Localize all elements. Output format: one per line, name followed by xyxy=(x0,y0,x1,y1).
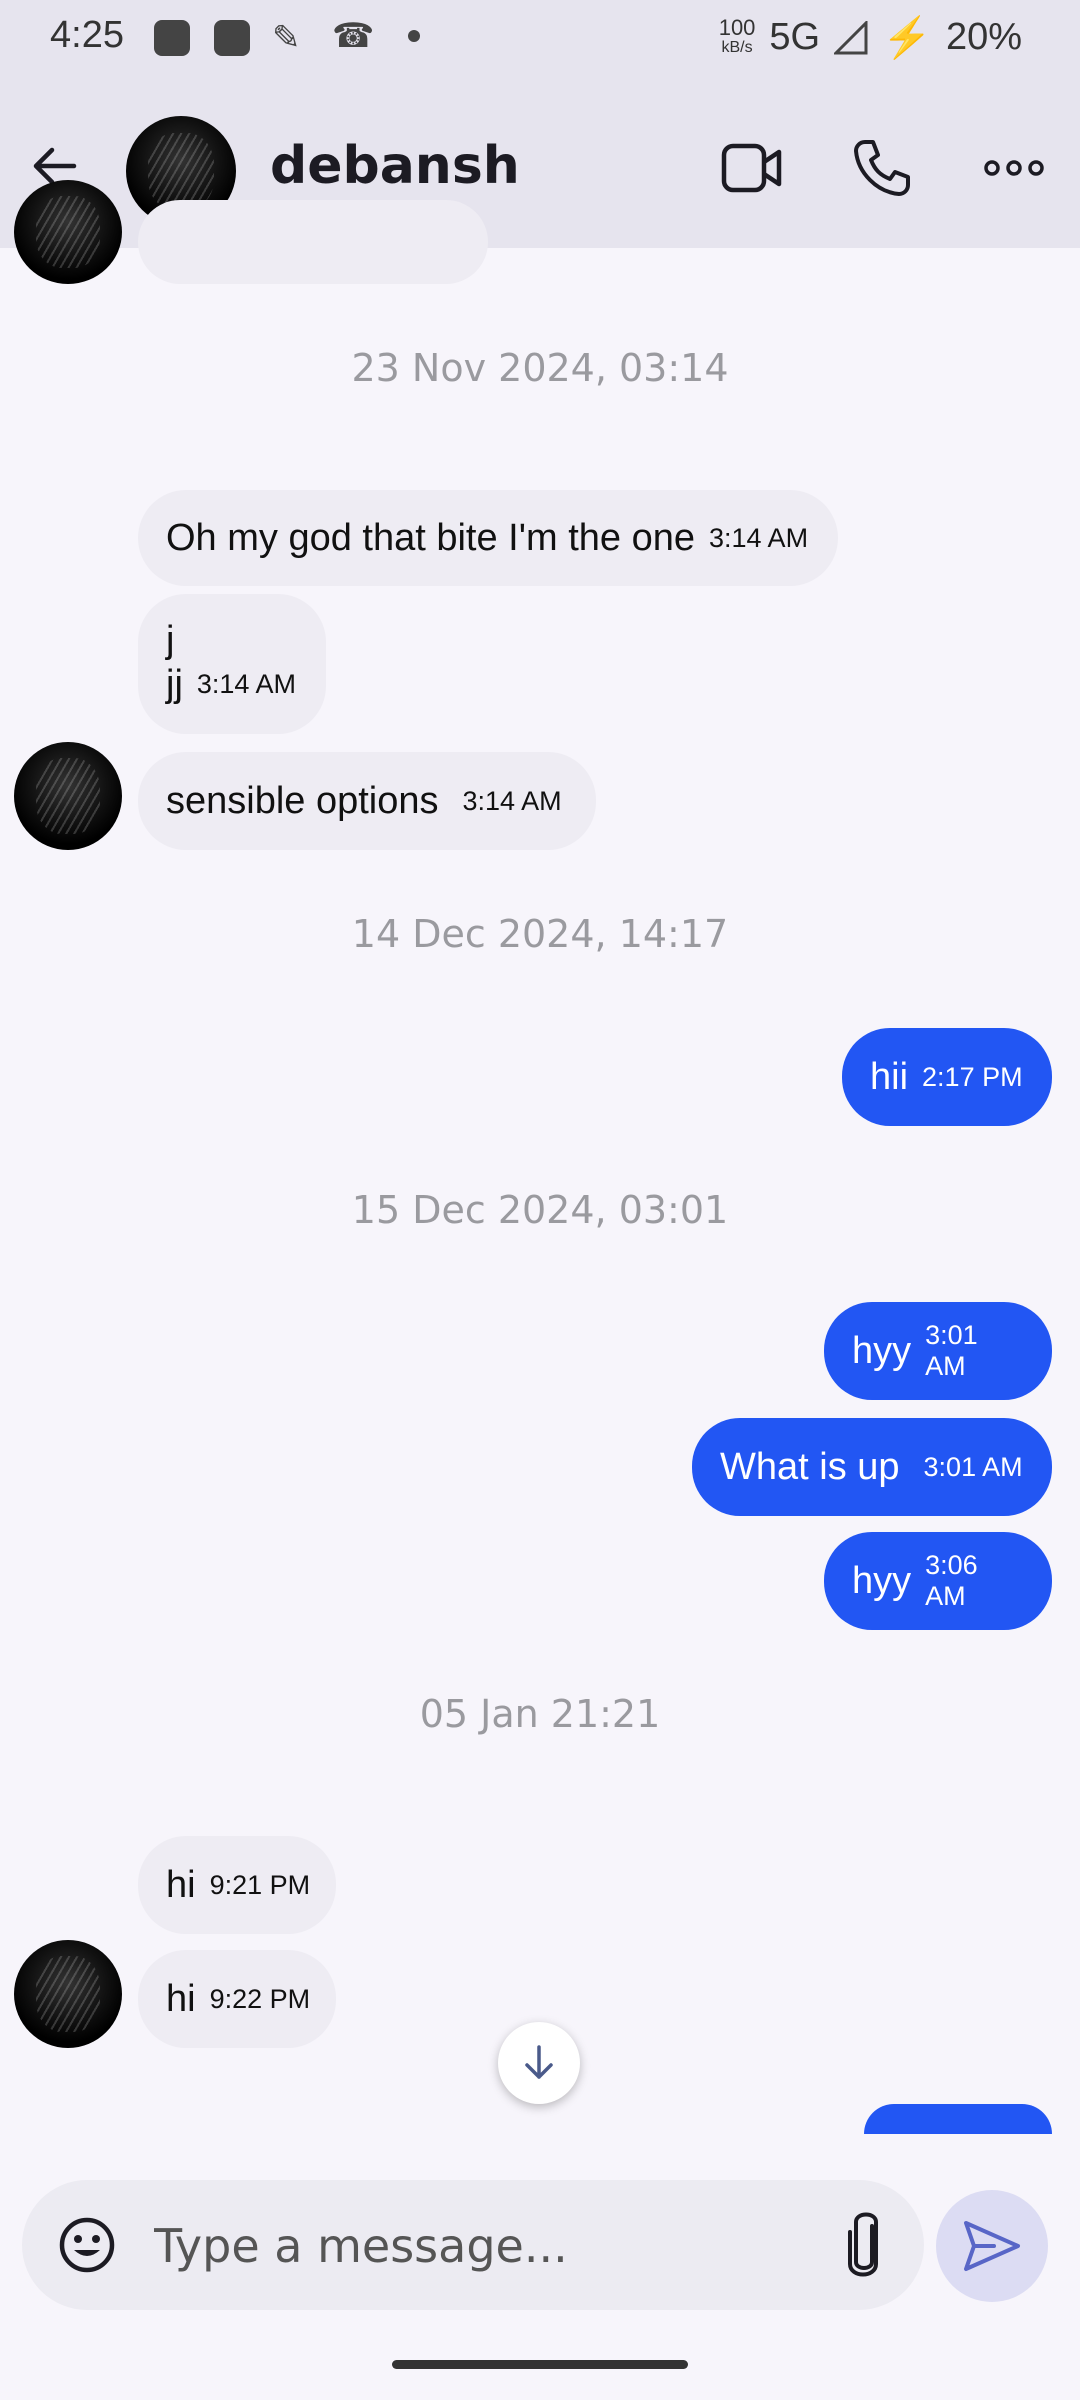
home-indicator[interactable] xyxy=(392,2360,688,2369)
more-notifications-icon xyxy=(408,30,420,42)
message-text: sensible options xyxy=(166,779,439,822)
date-separator: 23 Nov 2024, 03:14 xyxy=(351,346,729,390)
message-text: j xyxy=(166,619,175,661)
attachment-icon[interactable] xyxy=(842,2210,886,2280)
sender-avatar xyxy=(14,180,122,284)
message-time: 3:14 AM xyxy=(462,785,562,816)
outgoing-message[interactable]: hyy 3:06 AM xyxy=(824,1532,1052,1630)
message-text: hi xyxy=(166,1863,196,1906)
message-time: 3:01 AM xyxy=(925,1320,978,1381)
incoming-message[interactable]: hi 9:22 PM xyxy=(138,1950,336,2048)
message-time: 3:06 AM xyxy=(925,1550,978,1611)
status-indicators: 100 kB/s 5G ⚡ 20% xyxy=(719,14,1022,61)
message-time: 9:21 PM xyxy=(209,1869,311,1900)
message-text: What is up xyxy=(720,1445,900,1488)
network-type: 5G xyxy=(769,16,821,58)
message-time: 2:17 PM xyxy=(922,1061,1023,1092)
incoming-message[interactable]: j jj 3:14 AM xyxy=(138,594,326,734)
date-separator: 05 Jan 21:21 xyxy=(419,1692,661,1736)
message-text: hyy xyxy=(852,1329,912,1372)
message-text: hii xyxy=(870,1055,909,1098)
video-call-button[interactable] xyxy=(716,132,788,204)
outgoing-message[interactable]: What is up 3:01 AM xyxy=(692,1418,1052,1516)
date-separator: 15 Dec 2024, 03:01 xyxy=(351,1188,729,1232)
voice-call-button[interactable] xyxy=(846,132,918,204)
sender-avatar[interactable] xyxy=(14,1940,122,2048)
battery-level: 20% xyxy=(945,16,1022,58)
phone-icon xyxy=(854,140,910,196)
notification-app-icon xyxy=(214,20,250,56)
notification-app-icon xyxy=(154,20,190,56)
message-text: hi xyxy=(166,1977,196,2020)
message-time: 9:22 PM xyxy=(209,1983,311,2014)
message-bubble-clipped xyxy=(138,200,488,284)
outgoing-message-clipped xyxy=(864,2104,1052,2134)
status-time: 4:25 xyxy=(50,14,124,56)
missed-call-icon: ☎ xyxy=(332,17,375,55)
link-app-icon: ✎ xyxy=(272,19,301,57)
contact-name[interactable]: debansh xyxy=(270,136,520,196)
message-text: Oh my god that bite I'm the one xyxy=(166,516,695,559)
charging-icon: ⚡ xyxy=(882,16,932,60)
arrow-down-icon xyxy=(525,2045,553,2079)
more-options-icon xyxy=(984,160,1044,176)
message-text: hyy xyxy=(852,1559,912,1602)
status-bar: 4:25 ✎ ☎ 100 kB/s 5G ⚡ 20% xyxy=(0,0,1080,80)
message-text: jj xyxy=(166,663,183,705)
outgoing-message[interactable]: hyy 3:01 AM xyxy=(824,1302,1052,1400)
message-composer xyxy=(22,2180,924,2310)
message-input[interactable] xyxy=(152,2208,806,2284)
date-separator: 14 Dec 2024, 14:17 xyxy=(351,912,729,956)
incoming-message[interactable]: hi 9:21 PM xyxy=(138,1836,336,1934)
emoji-icon[interactable] xyxy=(58,2216,116,2274)
message-time: 3:01 AM xyxy=(923,1451,1023,1482)
incoming-message[interactable]: sensible options 3:14 AM xyxy=(138,752,596,850)
send-button[interactable] xyxy=(936,2190,1048,2302)
scroll-to-bottom-button[interactable] xyxy=(498,2022,580,2104)
more-options-button[interactable] xyxy=(978,132,1050,204)
signal-icon xyxy=(834,20,868,54)
sender-avatar[interactable] xyxy=(14,742,122,850)
network-speed: 100 kB/s xyxy=(718,14,756,56)
incoming-message[interactable]: Oh my god that bite I'm the one 3:14 AM xyxy=(138,490,838,586)
send-icon xyxy=(964,2221,1020,2271)
message-time: 3:14 AM xyxy=(196,669,296,699)
outgoing-message[interactable]: hii 2:17 PM xyxy=(842,1028,1052,1126)
video-call-icon xyxy=(721,143,782,193)
message-time: 3:14 AM xyxy=(709,522,809,553)
